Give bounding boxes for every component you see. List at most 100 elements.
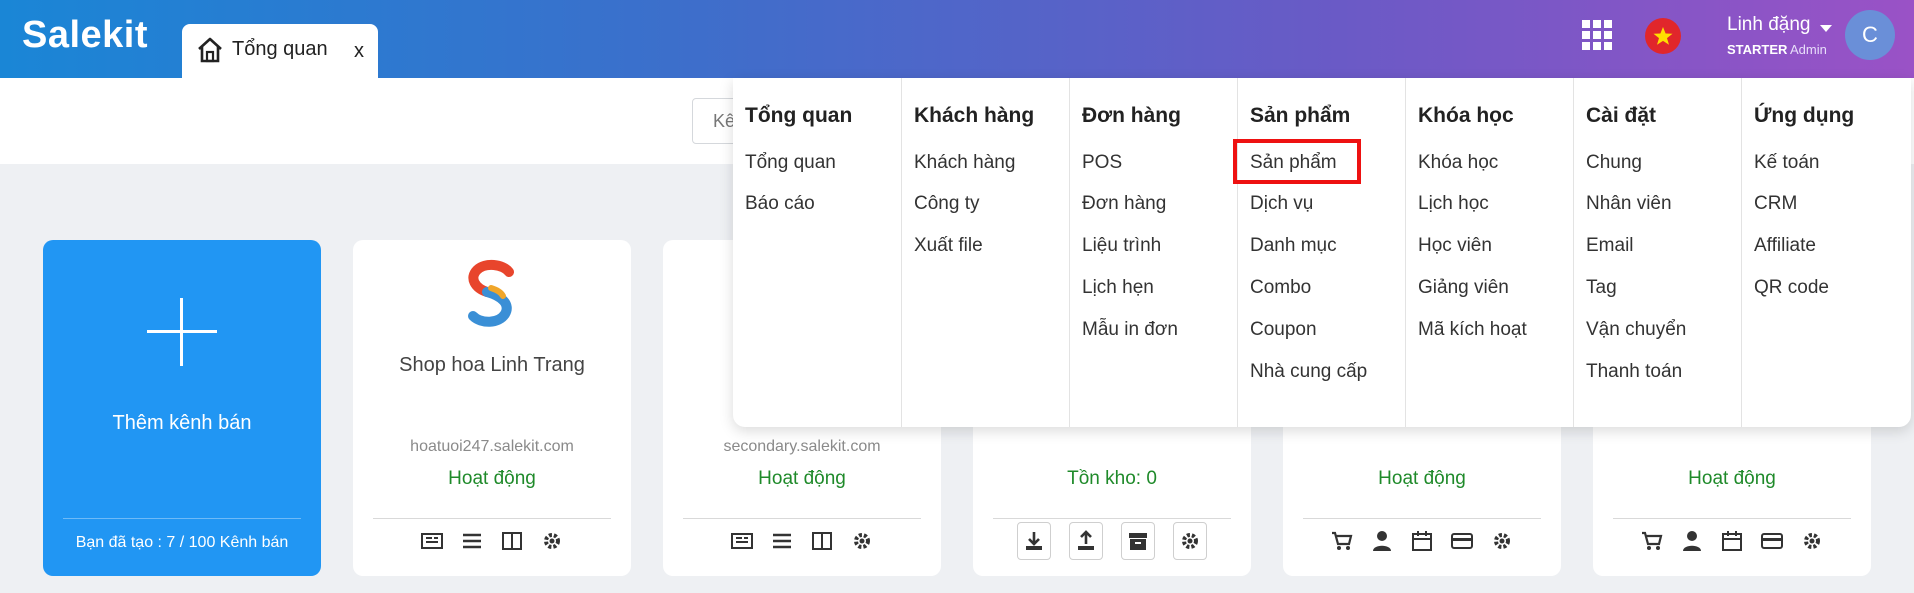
credit-card-icon[interactable] [1761,530,1783,552]
menu-item[interactable]: Xuất file [914,235,983,257]
settings-button[interactable] [1173,522,1207,560]
menu-heading: Đơn hàng [1082,104,1181,127]
status-badge: Hoạt động [448,468,536,489]
add-channel-card[interactable]: Thêm kênh bán Bạn đã tạo : 7 / 100 Kênh … [43,240,321,576]
divider [1613,518,1851,519]
tab-close-button[interactable]: x [354,40,364,63]
menu-heading: Khóa học [1418,104,1514,127]
newspaper-icon[interactable] [731,530,753,552]
gear-icon [1182,533,1198,549]
grid-icon[interactable] [1582,20,1612,50]
menu-heading: Tổng quan [745,104,853,127]
menu-item[interactable]: Lịch hẹn [1082,277,1154,299]
search-placeholder: Kê [713,111,736,131]
menu-item[interactable]: Tag [1586,277,1617,299]
columns-icon[interactable] [811,530,833,552]
download-icon [1026,532,1042,550]
columns-icon[interactable] [501,530,523,552]
tab-label: Tổng quan [232,38,328,60]
newspaper-icon[interactable] [421,530,443,552]
menu-item[interactable]: Mã kích hoạt [1418,319,1527,341]
mega-menu: Tổng quan Tổng quan Báo cáo Khách hàng K… [733,78,1911,427]
top-bar: Salekit Tổng quan x Linh đặng STARTER Ad… [0,0,1914,78]
archive-button[interactable] [1121,522,1155,560]
gear-icon[interactable] [541,530,563,552]
stock-status: Tồn kho: 0 [1067,468,1157,489]
app-logo[interactable]: Salekit [22,14,148,57]
menu-item[interactable]: Lịch học [1418,193,1489,215]
menu-item[interactable]: Học viên [1418,235,1492,257]
cart-icon[interactable] [1641,530,1663,552]
list-icon[interactable] [461,530,483,552]
menu-item[interactable]: Email [1586,235,1634,257]
menu-item[interactable]: Affiliate [1754,235,1816,257]
channel-url[interactable]: hoatuoi247.salekit.com [353,438,631,456]
tab-tong-quan[interactable]: Tổng quan x [182,24,378,78]
divider [373,518,611,519]
menu-item[interactable]: Tổng quan [745,152,836,174]
menu-column-ung-dung: Ứng dụng Kế toán CRM Affiliate QR code [1741,78,1911,427]
menu-column-san-pham: Sản phẩm Sản phẩm Dịch vụ Danh mục Combo… [1233,78,1405,427]
user-role: Admin [1790,42,1827,57]
menu-column-khach-hang: Khách hàng Khách hàng Công ty Xuất file [901,78,1069,427]
menu-item[interactable]: POS [1082,152,1122,174]
list-icon[interactable] [771,530,793,552]
vn-flag-icon[interactable] [1645,18,1681,54]
home-icon [198,37,222,63]
channel-count: Bạn đã tạo : 7 / 100 Kênh bán [75,534,289,551]
menu-heading: Sản phẩm [1250,104,1351,127]
status-badge: Hoạt động [1378,468,1466,489]
calendar-icon[interactable] [1721,530,1743,552]
menu-heading: Ứng dụng [1754,104,1855,127]
credit-card-icon[interactable] [1451,530,1473,552]
channel-card[interactable]: Shop hoa Linh Trang hoatuoi247.salekit.c… [353,240,631,576]
menu-item[interactable]: Liệu trình [1082,235,1161,257]
cart-icon[interactable] [1331,530,1353,552]
upload-icon [1078,530,1094,550]
status-badge: Hoạt động [1688,468,1776,489]
menu-item[interactable]: Giảng viên [1418,277,1509,299]
menu-item[interactable]: Danh mục [1250,235,1337,257]
menu-item[interactable]: Khóa học [1418,152,1498,174]
divider [993,518,1231,519]
menu-heading: Khách hàng [914,104,1035,127]
menu-item[interactable]: Dịch vụ [1250,193,1313,215]
menu-item[interactable]: Mẫu in đơn [1082,319,1178,341]
divider [683,518,921,519]
menu-item[interactable]: Đơn hàng [1082,193,1166,215]
menu-column-cai-dat: Cài đặt Chung Nhân viên Email Tag Vận ch… [1573,78,1741,427]
menu-item[interactable]: Vận chuyển [1586,319,1686,341]
menu-column-khoa-hoc: Khóa học Khóa học Lịch học Học viên Giản… [1405,78,1573,427]
menu-item[interactable]: Khách hàng [914,152,1015,174]
menu-item[interactable]: Kế toán [1754,152,1820,174]
menu-item[interactable]: Công ty [914,193,979,215]
menu-item-san-pham[interactable]: Sản phẩm [1250,152,1337,174]
user-plan-badge: STARTER [1727,42,1788,57]
divider [63,518,301,519]
channel-title: Shop hoa Linh Trang [399,354,585,376]
gear-icon[interactable] [851,530,873,552]
user-icon[interactable] [1681,530,1703,552]
divider [1303,518,1541,519]
menu-item[interactable]: Combo [1250,277,1311,299]
calendar-icon[interactable] [1411,530,1433,552]
status-badge: Hoạt động [758,468,846,489]
menu-item[interactable]: QR code [1754,277,1829,299]
menu-item[interactable]: Báo cáo [745,193,815,215]
menu-item[interactable]: Nhân viên [1586,193,1672,215]
channel-url[interactable]: secondary.salekit.com [663,438,941,456]
menu-column-don-hang: Đơn hàng POS Đơn hàng Liệu trình Lịch hẹ… [1069,78,1237,427]
chevron-down-icon[interactable] [1820,25,1832,32]
upload-button[interactable] [1069,522,1103,560]
download-button[interactable] [1017,522,1051,560]
gear-icon[interactable] [1491,530,1513,552]
gear-icon[interactable] [1801,530,1823,552]
menu-item[interactable]: Coupon [1250,319,1317,341]
avatar[interactable]: C [1845,10,1895,60]
user-name[interactable]: Linh đặng [1727,14,1810,36]
menu-item[interactable]: CRM [1754,193,1797,215]
menu-item[interactable]: Thanh toán [1586,361,1682,383]
user-icon[interactable] [1371,530,1393,552]
menu-item[interactable]: Nhà cung cấp [1250,361,1367,383]
menu-item[interactable]: Chung [1586,152,1642,174]
